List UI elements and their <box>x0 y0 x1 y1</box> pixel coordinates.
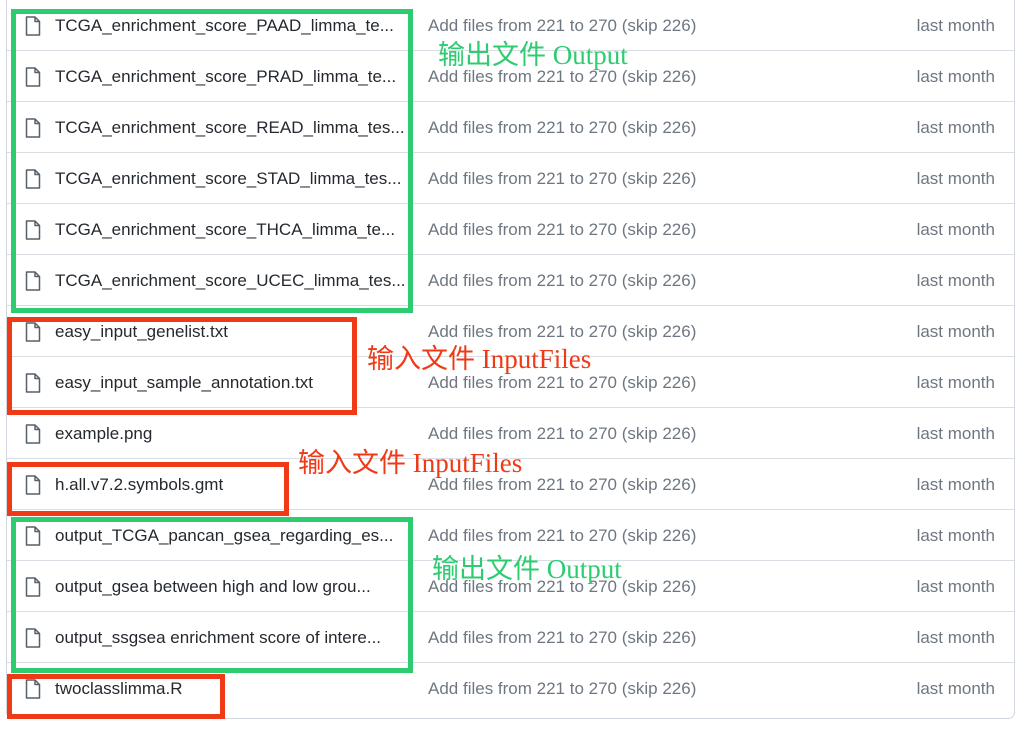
commit-age: last month <box>916 475 995 494</box>
input-annotation-label: 输入文件 InputFiles <box>367 344 592 374</box>
file-name-link[interactable]: output_TCGA_pancan_gsea_regarding_es... <box>55 510 393 561</box>
output-annotation-label: 输出文件 Output <box>432 554 622 584</box>
file-icon <box>25 577 41 597</box>
file-row[interactable]: TCGA_enrichment_score_UCEC_limma_tes... … <box>7 255 1014 306</box>
file-name-link[interactable]: example.png <box>55 408 152 459</box>
file-name-link[interactable]: h.all.v7.2.symbols.gmt <box>55 459 223 510</box>
commit-message-link[interactable]: Add files from 221 to 270 (skip 226) <box>428 663 696 714</box>
file-icon <box>25 424 41 444</box>
file-name-link[interactable]: output_gsea between high and low grou... <box>55 561 371 612</box>
file-row[interactable]: twoclasslimma.R Add files from 221 to 27… <box>7 663 1014 714</box>
commit-message-link[interactable]: Add files from 221 to 270 (skip 226) <box>428 204 696 255</box>
commit-message-link[interactable]: Add files from 221 to 270 (skip 226) <box>428 153 696 204</box>
commit-age: last month <box>916 271 995 290</box>
file-icon <box>25 475 41 495</box>
file-icon <box>25 322 41 342</box>
file-row[interactable]: TCGA_enrichment_score_THCA_limma_te... A… <box>7 204 1014 255</box>
commit-age: last month <box>916 679 995 698</box>
file-name-link[interactable]: TCGA_enrichment_score_PRAD_limma_te... <box>55 51 396 102</box>
file-row[interactable]: output_ssgsea enrichment score of intere… <box>7 612 1014 663</box>
file-icon <box>25 118 41 138</box>
file-icon <box>25 271 41 291</box>
input-annotation-label: 输入文件 InputFiles <box>298 448 523 478</box>
commit-age: last month <box>916 169 995 188</box>
file-name-link[interactable]: easy_input_genelist.txt <box>55 306 228 357</box>
commit-age: last month <box>916 424 995 443</box>
commit-age: last month <box>916 526 995 545</box>
file-name-link[interactable]: TCGA_enrichment_score_STAD_limma_tes... <box>55 153 401 204</box>
file-name-link[interactable]: TCGA_enrichment_score_UCEC_limma_tes... <box>55 255 406 306</box>
commit-message-link[interactable]: Add files from 221 to 270 (skip 226) <box>428 255 696 306</box>
commit-age: last month <box>916 16 995 35</box>
commit-age: last month <box>916 577 995 596</box>
file-name-link[interactable]: twoclasslimma.R <box>55 663 183 714</box>
commit-message-link[interactable]: Add files from 221 to 270 (skip 226) <box>428 612 696 663</box>
file-icon <box>25 526 41 546</box>
file-icon <box>25 169 41 189</box>
file-name-link[interactable]: output_ssgsea enrichment score of intere… <box>55 612 381 663</box>
file-icon <box>25 67 41 87</box>
file-icon <box>25 220 41 240</box>
file-name-link[interactable]: TCGA_enrichment_score_READ_limma_tes... <box>55 102 405 153</box>
file-name-link[interactable]: easy_input_sample_annotation.txt <box>55 357 313 408</box>
file-name-link[interactable]: TCGA_enrichment_score_PAAD_limma_te... <box>55 0 394 51</box>
file-icon <box>25 373 41 393</box>
commit-message-link[interactable]: Add files from 221 to 270 (skip 226) <box>428 102 696 153</box>
file-row[interactable]: TCGA_enrichment_score_STAD_limma_tes... … <box>7 153 1014 204</box>
file-name-link[interactable]: TCGA_enrichment_score_THCA_limma_te... <box>55 204 395 255</box>
file-icon <box>25 628 41 648</box>
commit-age: last month <box>916 628 995 647</box>
commit-age: last month <box>916 373 995 392</box>
commit-age: last month <box>916 67 995 86</box>
commit-age: last month <box>916 118 995 137</box>
commit-age: last month <box>916 220 995 239</box>
file-icon <box>25 679 41 699</box>
file-row[interactable]: TCGA_enrichment_score_READ_limma_tes... … <box>7 102 1014 153</box>
output-annotation-label: 输出文件 Output <box>438 40 628 70</box>
file-icon <box>25 16 41 36</box>
commit-age: last month <box>916 322 995 341</box>
